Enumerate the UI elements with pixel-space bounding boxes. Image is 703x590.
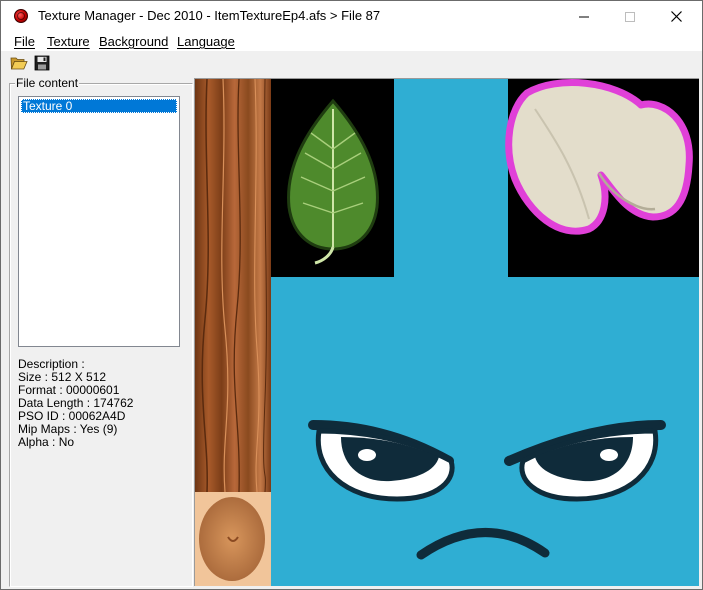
list-item-texture-0[interactable]: Texture 0 — [21, 99, 177, 113]
texture-preview[interactable] — [194, 78, 699, 586]
open-button[interactable] — [10, 54, 28, 72]
minimize-button[interactable] — [561, 1, 607, 32]
leaf — [271, 79, 394, 277]
minimize-icon — [579, 16, 589, 17]
description-alpha: Alpha : No — [18, 435, 75, 449]
folder-open-icon — [10, 57, 28, 70]
texture-description: Description : Size : 512 X 512 Format : … — [18, 358, 133, 449]
toolbar — [1, 51, 702, 75]
menu-texture[interactable]: Texture — [47, 34, 90, 49]
menu-file[interactable]: File — [14, 34, 35, 49]
wood-strip — [195, 79, 271, 493]
maximize-button[interactable] — [607, 1, 653, 32]
save-disk-icon — [34, 55, 50, 71]
skin-patch — [195, 492, 271, 586]
maximize-icon — [625, 11, 635, 22]
left-panel: File content Texture 0 Description : Siz… — [1, 75, 194, 589]
close-icon — [670, 11, 682, 22]
texture-list[interactable]: Texture 0 — [18, 96, 180, 347]
seed-shell — [505, 79, 699, 277]
menu-language[interactable]: Language — [177, 34, 235, 49]
menu-background[interactable]: Background — [99, 34, 168, 49]
save-button[interactable] — [33, 54, 51, 72]
window-title: Texture Manager - Dec 2010 - ItemTexture… — [38, 8, 381, 23]
texture-image — [195, 79, 699, 586]
app-icon — [14, 9, 28, 23]
close-button[interactable] — [653, 1, 699, 32]
file-content-label: File content — [15, 76, 80, 90]
menu-bar: File Texture Background Language — [1, 32, 702, 51]
texture-manager-window: Texture Manager - Dec 2010 - ItemTexture… — [0, 0, 703, 590]
angry-face — [308, 420, 666, 560]
title-bar[interactable]: Texture Manager - Dec 2010 - ItemTexture… — [1, 1, 702, 32]
